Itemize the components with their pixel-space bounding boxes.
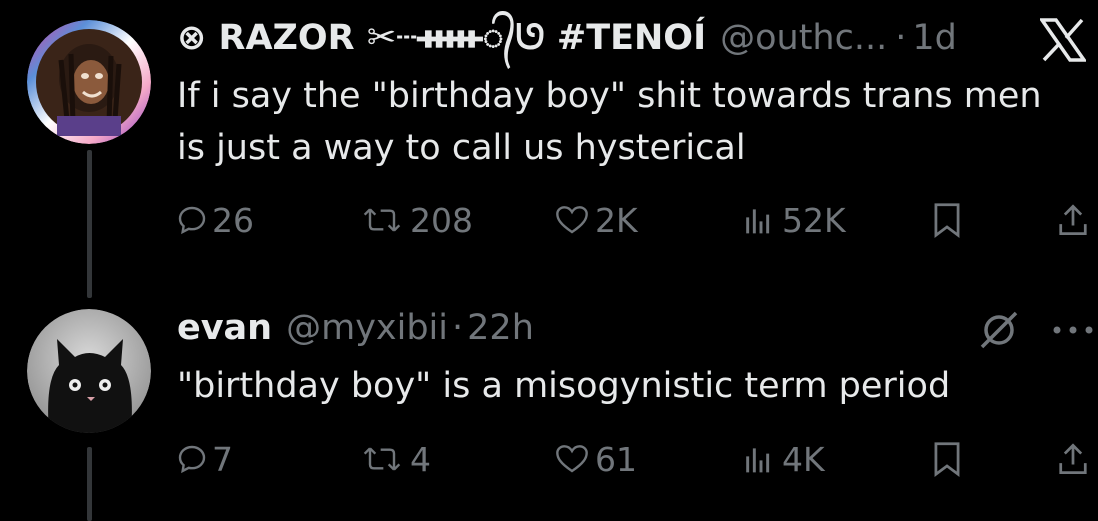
reply-button[interactable]: 26 <box>176 200 254 240</box>
avatar-evan[interactable] <box>27 309 151 433</box>
like-count: 2K <box>595 200 638 240</box>
reply-count: 26 <box>212 200 254 240</box>
handle[interactable]: @myxibii <box>286 308 448 348</box>
views-bar-chart-icon <box>742 204 772 236</box>
retweet-icon <box>358 204 406 236</box>
retweet-count: 4 <box>410 439 431 479</box>
more-button[interactable] <box>1050 310 1096 350</box>
views-button[interactable]: 52K <box>742 200 846 240</box>
reply-bubble-icon <box>176 443 208 475</box>
like-button[interactable]: 2K <box>553 200 638 240</box>
reply-button[interactable]: 7 <box>176 439 233 479</box>
thread-line-bottom <box>87 447 92 521</box>
views-button[interactable]: 4K <box>742 439 825 479</box>
more-dots-icon <box>1050 320 1096 340</box>
tweet-1-header: ⊗ RAZOR ✂┄ᚔ᭄ᘎ #TENOÍ @outhc... · 1d <box>177 18 957 58</box>
bookmark-button[interactable] <box>933 200 961 240</box>
tweet-1-text: If i say the "birthday boy" shit towards… <box>177 76 1042 168</box>
bookmark-button[interactable] <box>933 439 961 479</box>
views-bar-chart-icon <box>742 443 772 475</box>
tweet-2-text: "birthday boy" is a misogynistic term pe… <box>177 366 951 406</box>
heart-icon <box>553 204 591 236</box>
views-count: 52K <box>782 200 846 240</box>
retweet-button[interactable]: 208 <box>358 200 473 240</box>
separator-dot: · <box>452 308 464 348</box>
retweet-icon <box>358 443 406 475</box>
thread-line-top <box>87 150 92 298</box>
reply-bubble-icon <box>176 204 208 236</box>
bookmark-icon <box>933 202 961 238</box>
share-icon <box>1058 441 1088 477</box>
heart-icon <box>553 443 591 475</box>
share-button[interactable] <box>1058 439 1088 479</box>
display-name[interactable]: evan <box>177 308 272 348</box>
timestamp[interactable]: 1d <box>912 18 957 58</box>
timestamp[interactable]: 22h <box>467 308 534 348</box>
x-logo-icon[interactable] <box>1038 18 1088 66</box>
share-icon <box>1058 202 1088 238</box>
share-button[interactable] <box>1058 200 1088 240</box>
retweet-button[interactable]: 4 <box>358 439 431 479</box>
like-button[interactable]: 61 <box>553 439 637 479</box>
separator-dot: · <box>895 18 907 58</box>
grok-button[interactable] <box>976 310 1022 350</box>
grok-icon <box>976 307 1022 353</box>
like-count: 61 <box>595 439 637 479</box>
handle[interactable]: @outhc... <box>720 18 887 58</box>
views-count: 4K <box>782 439 825 479</box>
reply-count: 7 <box>212 439 233 479</box>
avatar-razor[interactable] <box>27 20 151 144</box>
tweet-2-header: evan @myxibii · 22h <box>177 308 534 348</box>
bookmark-icon <box>933 441 961 477</box>
retweet-count: 208 <box>410 200 473 240</box>
display-name[interactable]: ⊗ RAZOR ✂┄ᚔ᭄ᘎ #TENOÍ <box>177 18 706 58</box>
